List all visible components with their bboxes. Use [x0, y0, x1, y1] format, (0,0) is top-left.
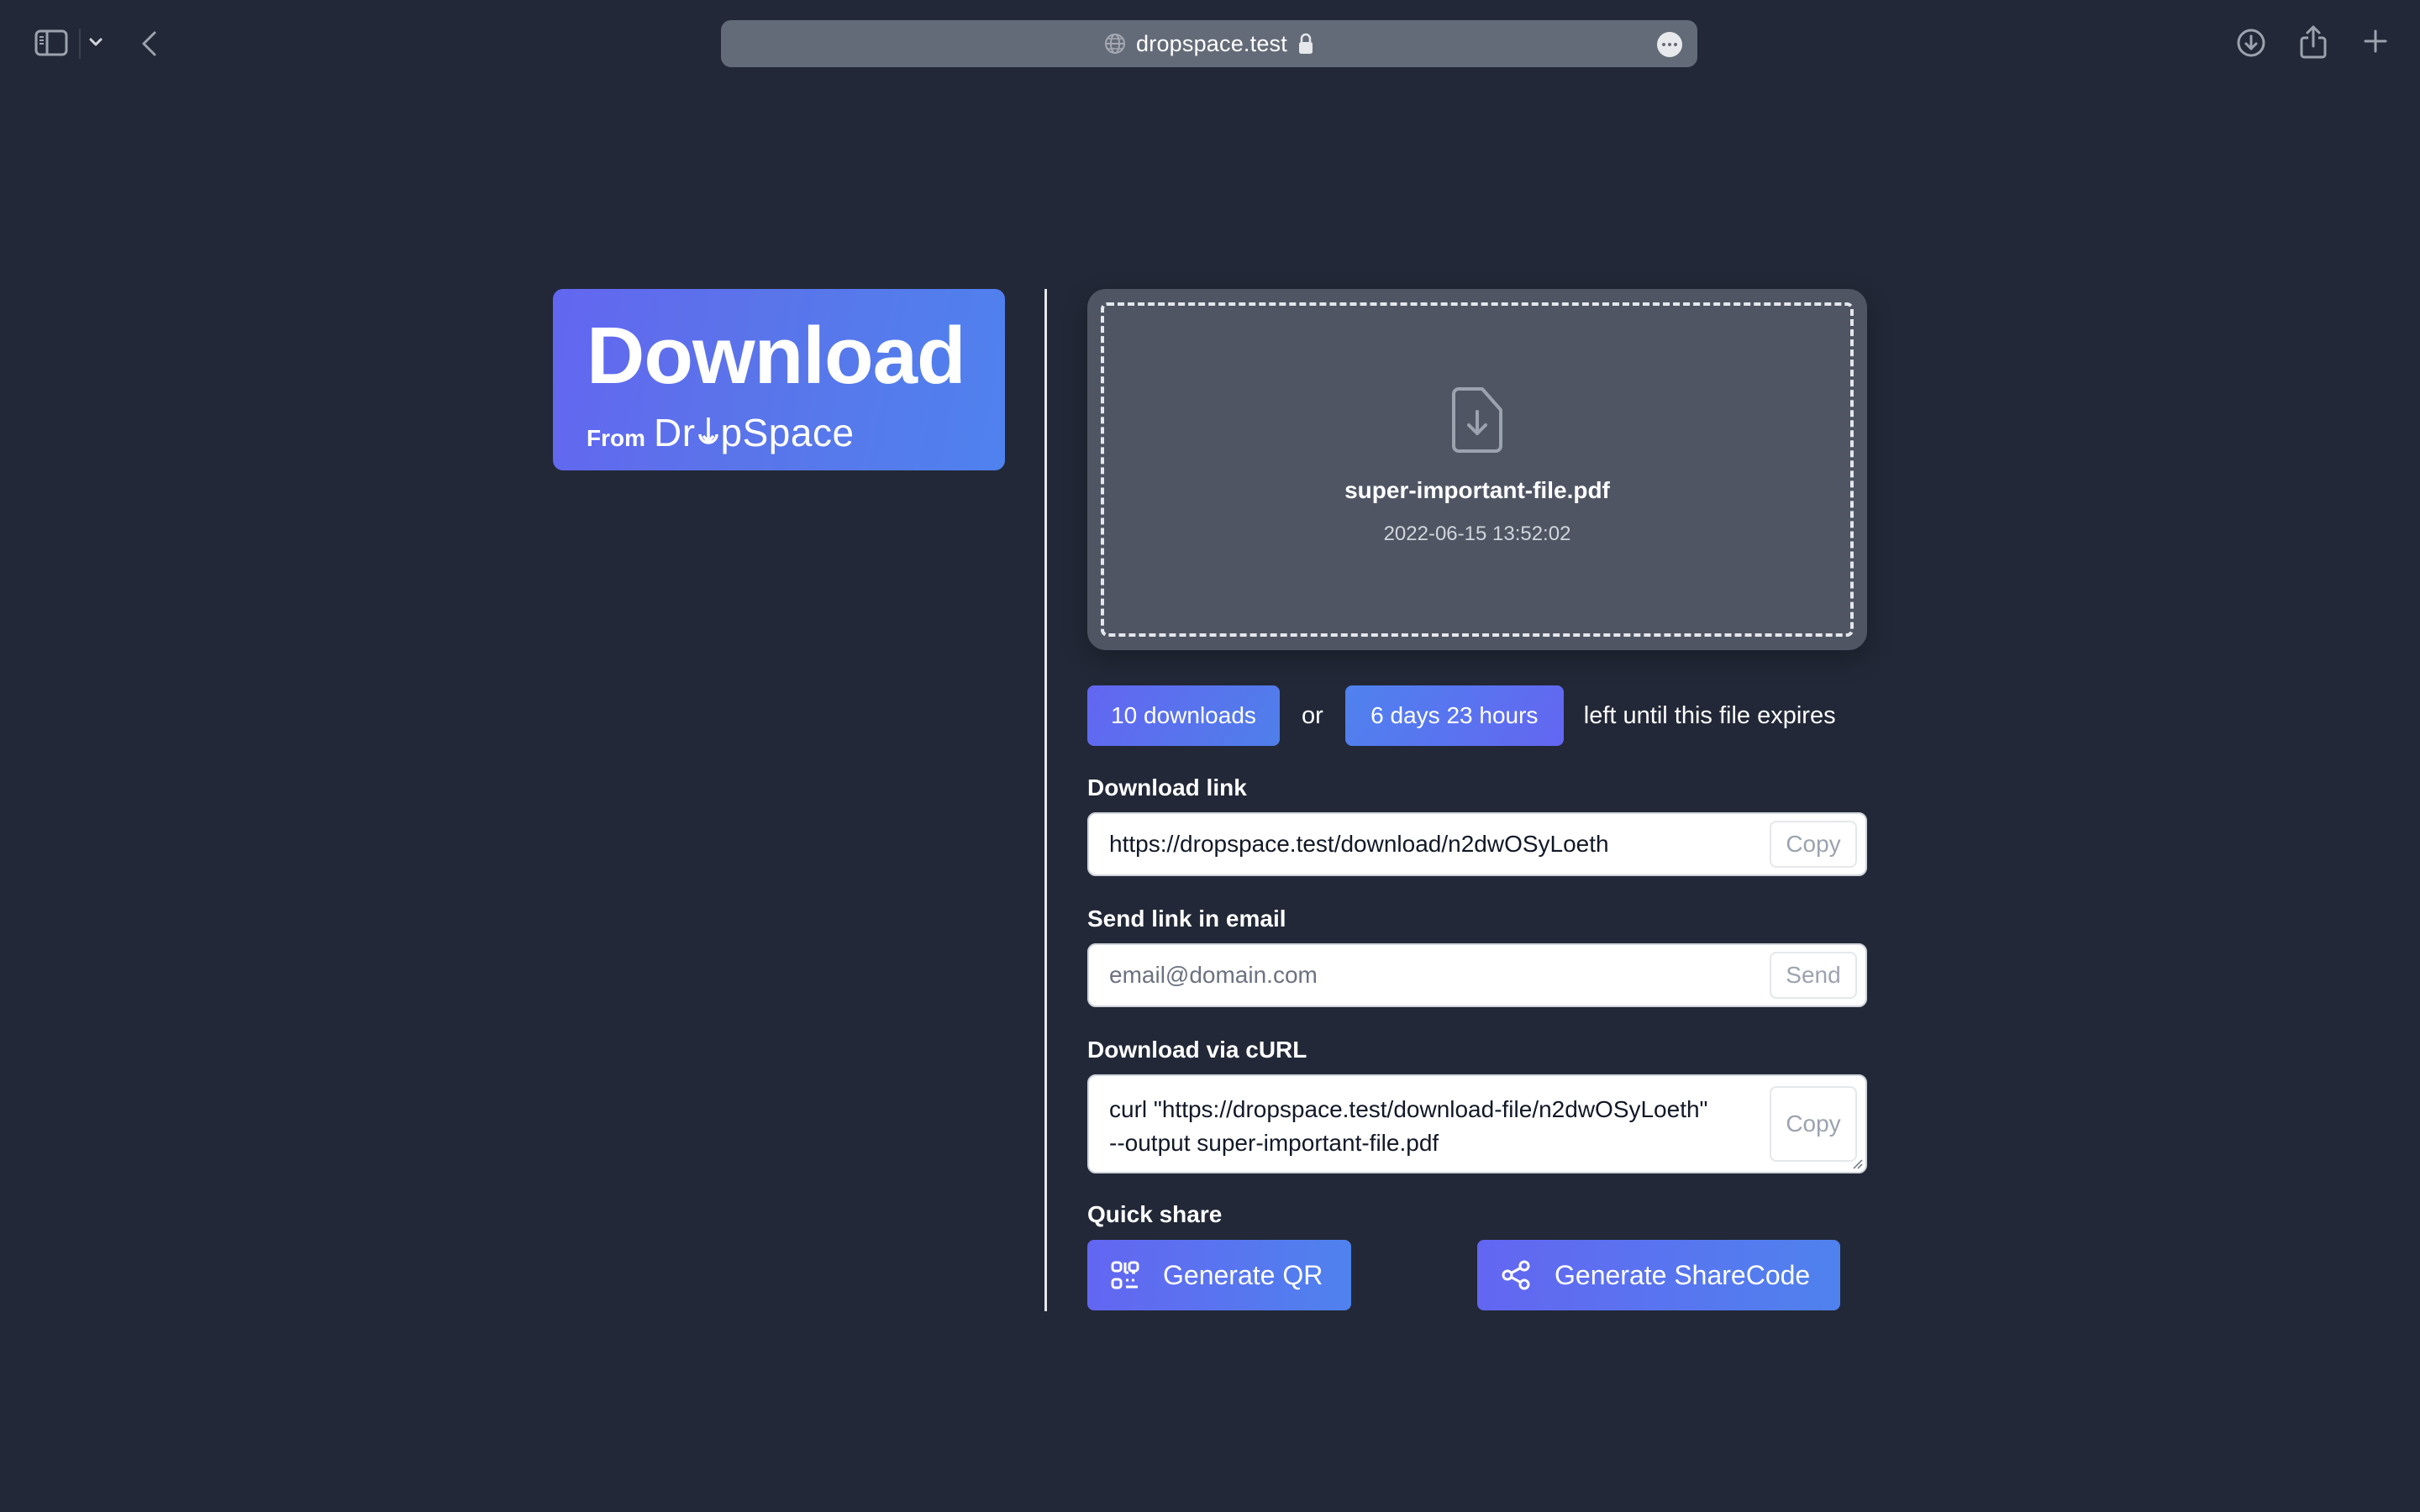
expiry-or-text: or	[1302, 701, 1323, 729]
sidebar-icon	[34, 29, 68, 56]
more-dots-icon	[1662, 43, 1665, 46]
download-link-label: Download link	[1087, 774, 1247, 801]
download-link-input[interactable]	[1089, 831, 1865, 858]
chevron-down-icon	[89, 38, 103, 46]
sidebar-toggle-button[interactable]	[34, 29, 69, 57]
downloads-remaining-badge: 10 downloads	[1087, 685, 1280, 746]
file-download-icon	[1452, 387, 1502, 453]
curl-textarea[interactable]: curl "https://dropspace.test/download-fi…	[1109, 1093, 1748, 1160]
email-field: Send	[1087, 943, 1867, 1007]
downloads-icon	[2237, 29, 2265, 57]
column-divider	[1044, 289, 1047, 1311]
new-tab-button[interactable]	[2363, 29, 2388, 54]
expiry-suffix-text: left until this file expires	[1583, 701, 1836, 729]
share-nodes-icon	[1502, 1260, 1530, 1290]
generate-sharecode-label: Generate ShareCode	[1555, 1259, 1811, 1290]
tab-group-dropdown-button[interactable]	[87, 34, 104, 50]
generate-qr-button[interactable]: Generate QR	[1087, 1240, 1351, 1310]
quick-share-label: Quick share	[1087, 1201, 1223, 1227]
globe-icon	[1105, 34, 1126, 54]
copy-link-button[interactable]: Copy	[1770, 821, 1857, 868]
file-name: super-important-file.pdf	[1344, 477, 1610, 503]
address-url: dropspace.test	[1136, 30, 1287, 56]
qr-code-icon	[1111, 1261, 1139, 1289]
downloads-button[interactable]	[2235, 27, 2267, 59]
logo-download-arrow-icon	[697, 417, 718, 444]
share-button[interactable]	[2299, 24, 2328, 60]
generate-sharecode-button[interactable]: Generate ShareCode	[1477, 1240, 1840, 1310]
share-icon	[2300, 25, 2327, 59]
address-bar[interactable]: dropspace.test	[721, 20, 1697, 67]
resize-handle-icon[interactable]	[1850, 1157, 1864, 1170]
time-remaining-badge: 6 days 23 hours	[1344, 685, 1564, 746]
send-email-button[interactable]: Send	[1770, 952, 1857, 999]
banner-subtitle: From Dr pSpace	[587, 410, 855, 455]
file-card[interactable]: super-important-file.pdf 2022-06-15 13:5…	[1087, 289, 1867, 650]
file-upload-date: 2022-06-15 13:52:02	[1383, 522, 1571, 545]
file-dropzone: super-important-file.pdf 2022-06-15 13:5…	[1101, 302, 1854, 637]
back-button[interactable]	[138, 29, 160, 59]
copy-curl-button[interactable]: Copy	[1770, 1086, 1857, 1162]
page-menu-button[interactable]	[1657, 32, 1682, 57]
download-link-field: Copy	[1087, 812, 1867, 876]
email-input[interactable]	[1089, 962, 1865, 989]
banner-title: Download	[587, 311, 966, 401]
back-icon	[142, 31, 156, 56]
browser-toolbar: dropspace.test	[0, 0, 2420, 87]
curl-label: Download via cURL	[1087, 1037, 1307, 1063]
expiry-info: 10 downloads or 6 days 23 hours left unt…	[1087, 685, 1836, 746]
toolbar-separator	[79, 29, 81, 59]
new-tab-icon	[2364, 29, 2387, 53]
dropspace-logo: Dr pSpace	[654, 411, 855, 454]
banner-from-label: From	[587, 425, 645, 451]
curl-field: curl "https://dropspace.test/download-fi…	[1087, 1074, 1867, 1173]
email-label: Send link in email	[1087, 906, 1286, 932]
lock-icon	[1298, 33, 1313, 54]
download-banner: Download From Dr pSpace	[553, 289, 1005, 470]
generate-qr-label: Generate QR	[1163, 1259, 1323, 1290]
